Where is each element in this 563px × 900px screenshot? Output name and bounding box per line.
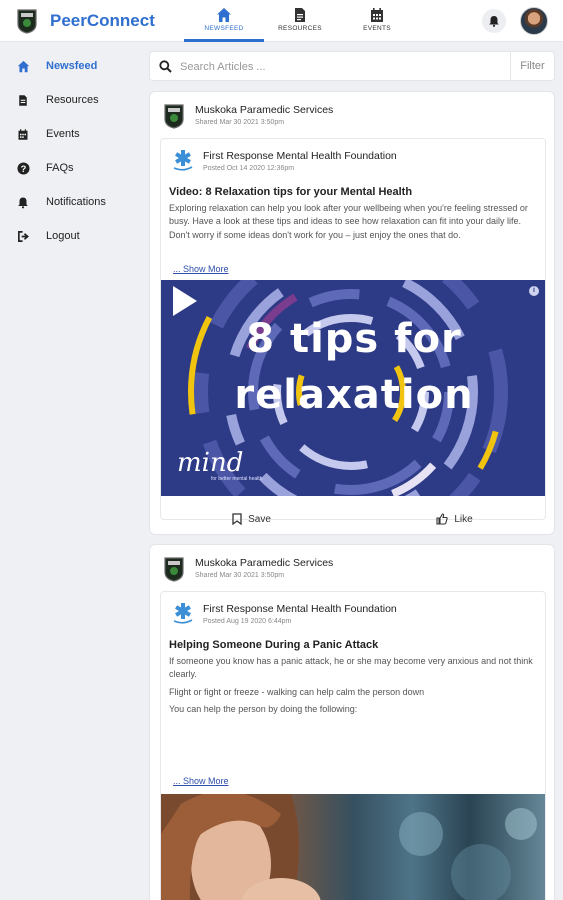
- question-icon: ?: [16, 161, 30, 175]
- sidebar-item-resources[interactable]: Resources: [16, 90, 99, 110]
- thumbs-up-icon: [436, 513, 449, 525]
- show-more-link[interactable]: ... Show More: [173, 776, 229, 786]
- play-icon[interactable]: [161, 280, 203, 322]
- sidebar-item-label: Resources: [46, 94, 99, 106]
- filter-button[interactable]: Filter: [510, 52, 554, 80]
- notifications-button[interactable]: [482, 9, 506, 33]
- article-photo[interactable]: [161, 794, 545, 900]
- article-title: Video: 8 Relaxation tips for your Mental…: [169, 186, 413, 198]
- tab-newsfeed[interactable]: NEWSFEED: [184, 4, 264, 42]
- document-icon: [16, 93, 30, 107]
- home-icon: [16, 59, 30, 73]
- post-shared-date: Shared Mar 30 2021 3:50pm: [195, 572, 285, 579]
- sidebar-item-label: Logout: [46, 230, 80, 242]
- sidebar-item-label: Notifications: [46, 196, 106, 208]
- sidebar-item-label: FAQs: [46, 162, 74, 174]
- article-source-name: First Response Mental Health Foundation: [203, 603, 397, 615]
- article-paragraph: Flight or fight or freeze - walking can …: [169, 686, 425, 697]
- home-icon: [217, 8, 231, 22]
- search-icon: [159, 60, 172, 73]
- post-card: Muskoka Paramedic Services Shared Mar 30…: [149, 91, 555, 535]
- tab-label: NEWSFEED: [204, 25, 244, 32]
- paramedic-badge-logo: [17, 9, 37, 34]
- show-more-link[interactable]: ... Show More: [173, 264, 229, 274]
- tab-resources[interactable]: RESOURCES: [262, 4, 338, 42]
- article-posted-date: Posted Aug 19 2020 6:44pm: [203, 618, 292, 625]
- shared-article[interactable]: First Response Mental Health Foundation …: [160, 591, 546, 900]
- video-thumbnail[interactable]: 8 tips for relaxation mind for better me…: [161, 280, 545, 496]
- star-of-life-icon: [173, 603, 193, 624]
- post-shared-date: Shared Mar 30 2021 3:50pm: [195, 119, 285, 126]
- photo-art: [161, 794, 545, 900]
- star-of-life-icon: [173, 150, 193, 171]
- sidebar-item-newsfeed[interactable]: Newsfeed: [16, 56, 97, 76]
- video-title-line-2: relaxation: [234, 372, 474, 418]
- calendar-icon: [371, 8, 383, 22]
- mind-brand-logo: mind: [177, 448, 244, 478]
- document-icon: [295, 8, 305, 22]
- info-icon[interactable]: i: [529, 286, 539, 296]
- sidebar: Newsfeed Resources Events ? FAQs Notific…: [0, 42, 148, 900]
- post-org-name[interactable]: Muskoka Paramedic Services: [195, 557, 333, 569]
- paramedic-badge-logo: [164, 104, 184, 129]
- sidebar-item-logout[interactable]: Logout: [16, 226, 80, 246]
- sidebar-item-faqs[interactable]: ? FAQs: [16, 158, 74, 178]
- bell-icon: [489, 16, 499, 27]
- user-avatar[interactable]: [520, 7, 548, 35]
- sidebar-item-label: Newsfeed: [46, 60, 98, 72]
- top-app-bar: PeerConnect NEWSFEED RESOURCES EVENTS: [0, 0, 563, 42]
- post-card: Muskoka Paramedic Services Shared Mar 30…: [149, 544, 555, 900]
- article-source-name: First Response Mental Health Foundation: [203, 150, 397, 162]
- save-label: Save: [248, 513, 271, 525]
- post-actions: Save Like: [150, 504, 554, 534]
- bell-icon: [16, 195, 30, 209]
- article-paragraph: You can help the person by doing the fol…: [169, 704, 358, 715]
- app-brand: PeerConnect: [50, 11, 155, 30]
- search-bar: Filter: [149, 51, 555, 81]
- video-title-line-1: 8 tips for: [246, 316, 462, 362]
- article-body: If someone you know has a panic attack, …: [169, 655, 535, 725]
- paramedic-badge-logo: [164, 557, 184, 582]
- mind-brand-tagline: for better mental health: [211, 476, 263, 482]
- sidebar-item-notifications[interactable]: Notifications: [16, 192, 106, 212]
- tab-events[interactable]: EVENTS: [339, 4, 415, 42]
- tab-label: RESOURCES: [278, 25, 322, 32]
- svg-text:?: ?: [20, 163, 26, 173]
- tab-label: EVENTS: [363, 25, 391, 32]
- sidebar-item-label: Events: [46, 128, 80, 140]
- article-posted-date: Posted Oct 14 2020 12:36pm: [203, 165, 295, 172]
- article-paragraph: If someone you know has a panic attack, …: [169, 656, 533, 680]
- like-label: Like: [454, 513, 473, 525]
- shared-article[interactable]: First Response Mental Health Foundation …: [160, 138, 546, 520]
- article-title: Helping Someone During a Panic Attack: [169, 639, 379, 651]
- calendar-icon: [16, 127, 30, 141]
- logout-icon: [16, 229, 30, 243]
- article-body: Exploring relaxation can help you look a…: [169, 202, 535, 244]
- article-paragraph: Exploring relaxation can help you look a…: [169, 203, 528, 240]
- save-button[interactable]: Save: [150, 504, 353, 534]
- search-input[interactable]: [180, 58, 480, 76]
- bookmark-icon: [232, 513, 242, 525]
- sidebar-item-events[interactable]: Events: [16, 124, 80, 144]
- post-org-name[interactable]: Muskoka Paramedic Services: [195, 104, 333, 116]
- like-button[interactable]: Like: [353, 504, 554, 534]
